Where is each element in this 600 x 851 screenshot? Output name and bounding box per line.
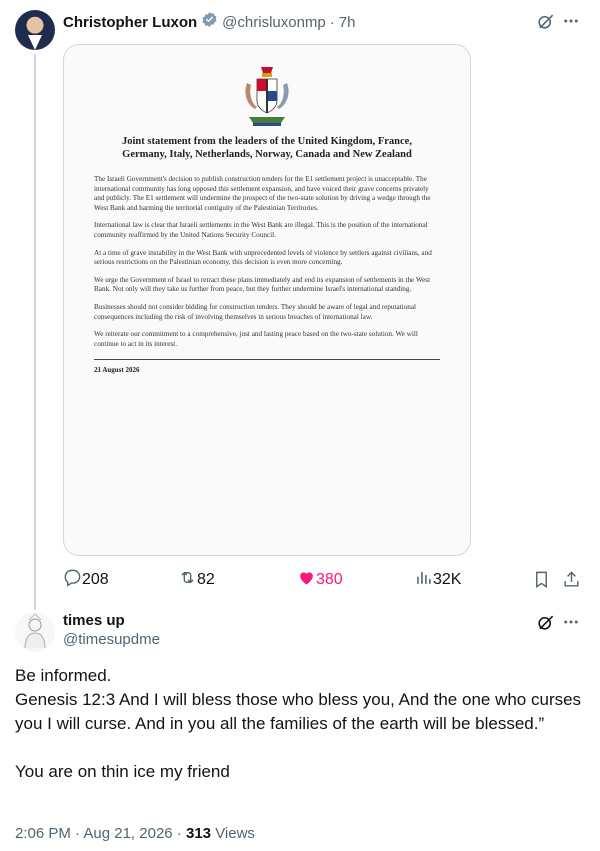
repost-button[interactable]: 82 — [178, 568, 215, 592]
reply-button[interactable]: 208 — [63, 568, 109, 592]
author-name[interactable]: times up — [63, 612, 160, 629]
joint-statement-document: Joint statement from the leaders of the … — [94, 65, 440, 374]
document-paragraph: We urge the Government of Israel to retr… — [94, 275, 431, 294]
reply-views-count: 313 — [185, 825, 212, 842]
more-icon[interactable] — [560, 611, 582, 633]
document-paragraph: International law is clear that Israeli … — [94, 221, 428, 239]
tweet-time[interactable]: 7h — [339, 14, 356, 31]
document-divider — [94, 359, 440, 361]
tweet-header: Christopher Luxon @chrisluxonmp · 7h — [63, 11, 355, 33]
bookmark-icon[interactable] — [530, 568, 552, 590]
document-title: Joint statement from the leaders of the … — [122, 136, 412, 160]
author-handle[interactable]: @chrisluxonmp — [222, 14, 326, 31]
verified-badge-icon — [201, 11, 218, 33]
document-date: 21 August 2026 — [94, 366, 140, 375]
separator-dot: · — [176, 825, 182, 842]
reply-icon — [63, 568, 82, 592]
grok-icon[interactable] — [534, 10, 556, 32]
reply-header: times up @timesupdme — [63, 612, 160, 648]
document-paragraph: Businesses should not consider bidding f… — [94, 302, 417, 321]
reply-count: 208 — [82, 571, 109, 588]
avatar[interactable] — [15, 10, 55, 50]
reply-views-label: Views — [215, 825, 255, 842]
more-icon[interactable] — [560, 10, 582, 32]
share-icon[interactable] — [560, 568, 582, 590]
grok-icon[interactable] — [534, 611, 556, 633]
separator-dot: · — [75, 825, 81, 842]
reply-metadata: 2:06 PM · Aug 21, 2026 · 313 Views — [15, 825, 255, 842]
document-paragraph: We reiterate our commitment to a compreh… — [94, 330, 418, 348]
author-handle[interactable]: @timesupdme — [63, 631, 160, 648]
like-count: 380 — [316, 571, 343, 588]
thread-connector-line — [34, 54, 36, 610]
avatar[interactable] — [15, 612, 55, 652]
tweet-image-document[interactable]: Joint statement from the leaders of the … — [63, 44, 471, 556]
views-count: 32K — [433, 571, 462, 588]
views-chart-icon — [414, 568, 433, 592]
author-name[interactable]: Christopher Luxon — [63, 14, 197, 31]
coat-of-arms-icon — [245, 67, 289, 126]
reply-time[interactable]: 2:06 PM — [15, 825, 71, 842]
document-paragraph: The Israeli Government's decision to pub… — [94, 175, 431, 212]
repost-icon — [178, 568, 197, 592]
sketch-figure-icon — [24, 613, 46, 649]
like-button[interactable]: 380 — [297, 568, 343, 592]
reply-date[interactable]: Aug 21, 2026 — [83, 825, 172, 842]
views-button[interactable]: 32K — [414, 568, 461, 592]
reply-body-text: Be informed. Genesis 12:3 And I will ble… — [15, 666, 582, 781]
separator-dot: · — [329, 13, 335, 31]
repost-count: 82 — [197, 571, 215, 588]
like-heart-icon — [297, 568, 316, 592]
document-paragraph: At a time of grave instability in the We… — [94, 248, 432, 267]
